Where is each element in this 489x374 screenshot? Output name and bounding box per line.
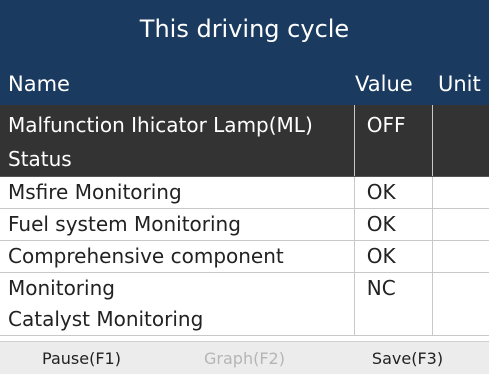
diagnostic-screen: This driving cycle Name Value Unit Malfu… <box>0 0 489 374</box>
row-name: Msfire Monitoring <box>0 176 355 209</box>
row-name-line2: Status <box>8 147 72 171</box>
row-value-cell: OK <box>353 208 433 241</box>
row-value-cell: NC <box>353 272 433 336</box>
row-unit-cell <box>432 105 489 177</box>
row-name: Fuel system Monitoring <box>0 208 355 241</box>
row-name-cell: Monitoring Catalyst Monitoring <box>0 272 355 336</box>
page-title: This driving cycle <box>0 0 489 58</box>
row-unit-cell <box>432 176 489 209</box>
column-header-row: Name Value Unit <box>0 58 489 105</box>
pause-button[interactable]: Pause(F1) <box>0 342 163 374</box>
row-unit-cell <box>432 208 489 241</box>
data-table: Malfunction Ihicator Lamp(ML) Status OFF… <box>0 105 489 336</box>
row-value: OK <box>366 180 396 204</box>
table-row[interactable]: Monitoring Catalyst Monitoring NC <box>0 272 489 336</box>
row-name: Comprehensive component <box>0 240 355 273</box>
row-value: OK <box>366 244 396 268</box>
column-header-unit: Unit <box>438 72 481 96</box>
row-value-cell: OFF <box>353 105 433 177</box>
row-name-line1: Monitoring <box>8 276 115 300</box>
row-value-cell: OK <box>353 176 433 209</box>
row-name-line1: Malfunction Ihicator Lamp(ML) <box>8 113 313 137</box>
row-value: NC <box>366 276 396 300</box>
table-row[interactable]: Msfire Monitoring OK <box>0 176 489 209</box>
column-header-name: Name <box>8 72 70 96</box>
row-value: OK <box>366 212 396 236</box>
row-name-cell: Malfunction Ihicator Lamp(ML) Status <box>0 105 355 177</box>
row-unit-cell <box>432 272 489 336</box>
column-header-value: Value <box>355 72 413 96</box>
table-row-mil-status[interactable]: Malfunction Ihicator Lamp(ML) Status OFF <box>0 105 489 177</box>
table-row[interactable]: Comprehensive component OK <box>0 240 489 273</box>
row-unit-cell <box>432 240 489 273</box>
function-key-bar: Pause(F1) Graph(F2) Save(F3) <box>0 341 489 374</box>
save-button[interactable]: Save(F3) <box>326 342 489 374</box>
row-value: OFF <box>366 113 406 137</box>
row-name-line2: Catalyst Monitoring <box>8 307 204 331</box>
graph-button[interactable]: Graph(F2) <box>163 342 326 374</box>
table-row[interactable]: Fuel system Monitoring OK <box>0 208 489 241</box>
row-value-cell: OK <box>353 240 433 273</box>
